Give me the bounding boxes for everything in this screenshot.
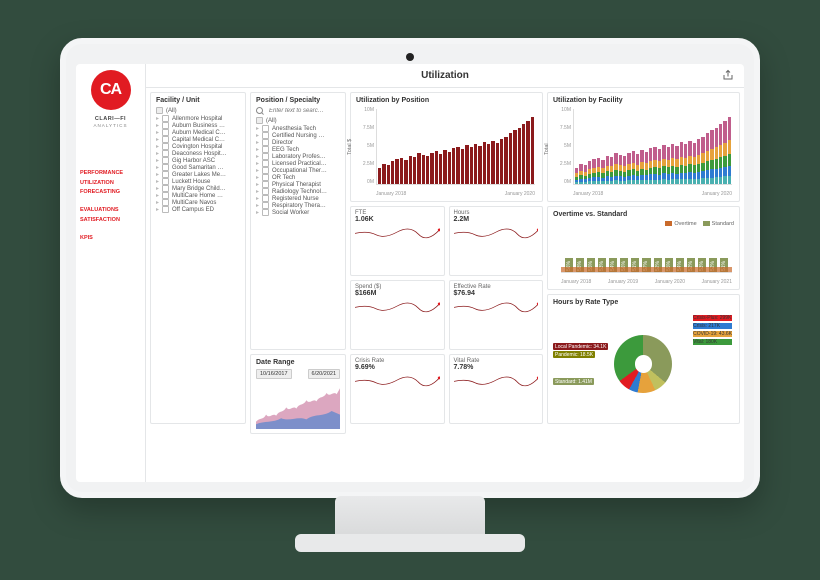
overtime-legend: Overtime Standard bbox=[553, 221, 734, 227]
filter-facility-title: Facility / Unit bbox=[156, 97, 240, 104]
y-axis: 10M 7.5M 5M 2.5M 0M bbox=[358, 107, 374, 185]
position-item[interactable]: ▸Social Worker bbox=[256, 209, 340, 216]
monitor-frame: CA CLARI—FIANALYTICS Performance Utiliza… bbox=[60, 38, 760, 498]
sidebar-nav: Performance Utilization Forecasting Eval… bbox=[80, 170, 141, 242]
monitor-base bbox=[295, 534, 525, 552]
chart-util-facility-title: Utilization by Facility bbox=[553, 97, 734, 104]
filter-position: Position / Specialty (All) ▸Anesthesia T… bbox=[250, 92, 346, 350]
main: Utilization Facility / Unit (All) ▸Allen… bbox=[146, 64, 744, 482]
position-list: (All) ▸Anesthesia Tech▸Certified Nursing… bbox=[256, 117, 340, 216]
chart-util-position-title: Utilization by Position bbox=[356, 97, 537, 104]
facility-item[interactable]: ▸Deaconess Hospit… bbox=[156, 150, 240, 157]
position-item[interactable]: ▸Physical Therapist bbox=[256, 181, 340, 188]
position-search[interactable] bbox=[256, 107, 340, 115]
kpi-grid: FTE1.06KHours2.2MSpend ($)$166MEffective… bbox=[350, 206, 543, 424]
chart-overtime-title: Overtime vs. Standard bbox=[553, 211, 734, 218]
position-item[interactable]: ▸Registered Nurse bbox=[256, 195, 340, 202]
facility-item[interactable]: ▸Gig Harbor ASC bbox=[156, 157, 240, 164]
position-item[interactable]: ▸Radiology Technol… bbox=[256, 188, 340, 195]
date-from[interactable]: 10/16/2017 bbox=[256, 369, 292, 379]
position-item[interactable]: ▸Occupational Ther… bbox=[256, 167, 340, 174]
facility-item[interactable]: ▸Covington Hospital bbox=[156, 143, 240, 150]
chart-util-facility: Utilization by Facility Total 10M 7.5M 5… bbox=[547, 92, 740, 202]
facility-item[interactable]: ▸Mary Bridge Child… bbox=[156, 185, 240, 192]
position-item[interactable]: ▸Director bbox=[256, 139, 340, 146]
kpi-card[interactable]: Spend ($)$166M bbox=[350, 280, 445, 350]
date-to[interactable]: 6/20/2021 bbox=[308, 369, 340, 379]
facility-list: (All) ▸Allenmore Hospital▸Auburn Busines… bbox=[156, 107, 240, 213]
position-search-input[interactable] bbox=[267, 107, 340, 115]
pie-left-labels: Local Pandemic: 34.1K Pandemic: 18.5K St… bbox=[553, 343, 608, 385]
nav-satisfaction[interactable]: Satisfaction bbox=[80, 217, 141, 225]
kpi-card[interactable]: Vital Rate7.78% bbox=[449, 354, 544, 424]
kpi-card[interactable]: FTE1.06K bbox=[350, 206, 445, 276]
kpi-card[interactable]: Hours2.2M bbox=[449, 206, 544, 276]
nav-forecasting[interactable]: Forecasting bbox=[80, 189, 141, 197]
facility-item[interactable]: ▸Auburn Medical C… bbox=[156, 129, 240, 136]
nav-utilization[interactable]: Utilization bbox=[80, 180, 141, 188]
app-window: CA CLARI—FIANALYTICS Performance Utiliza… bbox=[76, 64, 744, 482]
facility-item[interactable]: ▸Auburn Business … bbox=[156, 122, 240, 129]
position-item[interactable]: ▸Licensed Practical… bbox=[256, 160, 340, 167]
brand-logo: CA bbox=[91, 70, 131, 110]
nav-performance[interactable]: Performance bbox=[80, 170, 141, 178]
chart-hours-rate: Hours by Rate Type Local Pandemic: 34.1K… bbox=[547, 294, 740, 424]
facility-item[interactable]: ▸Greater Lakes Me… bbox=[156, 171, 240, 178]
dashboard-content: Facility / Unit (All) ▸Allenmore Hospita… bbox=[146, 88, 744, 482]
facility-item[interactable]: ▸Good Samaritan … bbox=[156, 164, 240, 171]
facility-item[interactable]: ▸Allenmore Hospital bbox=[156, 115, 240, 122]
chart-util-position: Utilization by Position Total $ 10M 7.5M… bbox=[350, 92, 543, 202]
pie-chart[interactable] bbox=[614, 335, 672, 393]
date-range-chart[interactable] bbox=[256, 381, 340, 429]
chart-hours-rate-title: Hours by Rate Type bbox=[553, 299, 734, 306]
facility-item[interactable]: ▸Capital Medical C… bbox=[156, 136, 240, 143]
monitor-stand bbox=[335, 496, 485, 536]
facility-item[interactable]: ▸Off Campus ED bbox=[156, 206, 240, 213]
date-range-title: Date Range bbox=[256, 359, 340, 366]
position-item[interactable]: ▸Anesthesia Tech bbox=[256, 125, 340, 132]
brand-name: CLARI—FIANALYTICS bbox=[93, 116, 127, 128]
date-range-card: Date Range 10/16/2017 6/20/2021 bbox=[250, 354, 346, 434]
kpi-card[interactable]: Effective Rate$76.94 bbox=[449, 280, 544, 350]
page-title: Utilization bbox=[421, 70, 469, 81]
nav-evaluations[interactable]: Evaluations bbox=[80, 207, 141, 215]
position-item[interactable]: ▸OR Tech bbox=[256, 174, 340, 181]
search-icon bbox=[256, 107, 264, 115]
titlebar: Utilization bbox=[146, 64, 744, 88]
filter-position-title: Position / Specialty bbox=[256, 97, 340, 104]
chart-overtime: Overtime vs. Standard Overtime Standard … bbox=[547, 206, 740, 290]
facility-all[interactable]: (All) bbox=[156, 107, 240, 114]
kpi-card[interactable]: Crisis Rate9.69% bbox=[350, 354, 445, 424]
facility-item[interactable]: ▸MultiCare Navos bbox=[156, 199, 240, 206]
position-item[interactable]: ▸Certified Nursing … bbox=[256, 132, 340, 139]
nav-kpis[interactable]: KPIs bbox=[80, 235, 141, 243]
sidebar: CA CLARI—FIANALYTICS Performance Utiliza… bbox=[76, 64, 146, 482]
position-all[interactable]: (All) bbox=[256, 117, 340, 124]
share-icon[interactable] bbox=[722, 69, 734, 81]
pie-right-labels: Crisis-Plus: 299K Crisis: 217K COVID-19:… bbox=[693, 315, 732, 345]
filter-facility: Facility / Unit (All) ▸Allenmore Hospita… bbox=[150, 92, 246, 424]
position-item[interactable]: ▸Laboratory Profes… bbox=[256, 153, 340, 160]
position-item[interactable]: ▸EEG Tech bbox=[256, 146, 340, 153]
camera-dot bbox=[406, 53, 414, 61]
facility-item[interactable]: ▸Luckett House bbox=[156, 178, 240, 185]
position-item[interactable]: ▸Respiratory Thera… bbox=[256, 202, 340, 209]
facility-item[interactable]: ▸MultiCare Home … bbox=[156, 192, 240, 199]
